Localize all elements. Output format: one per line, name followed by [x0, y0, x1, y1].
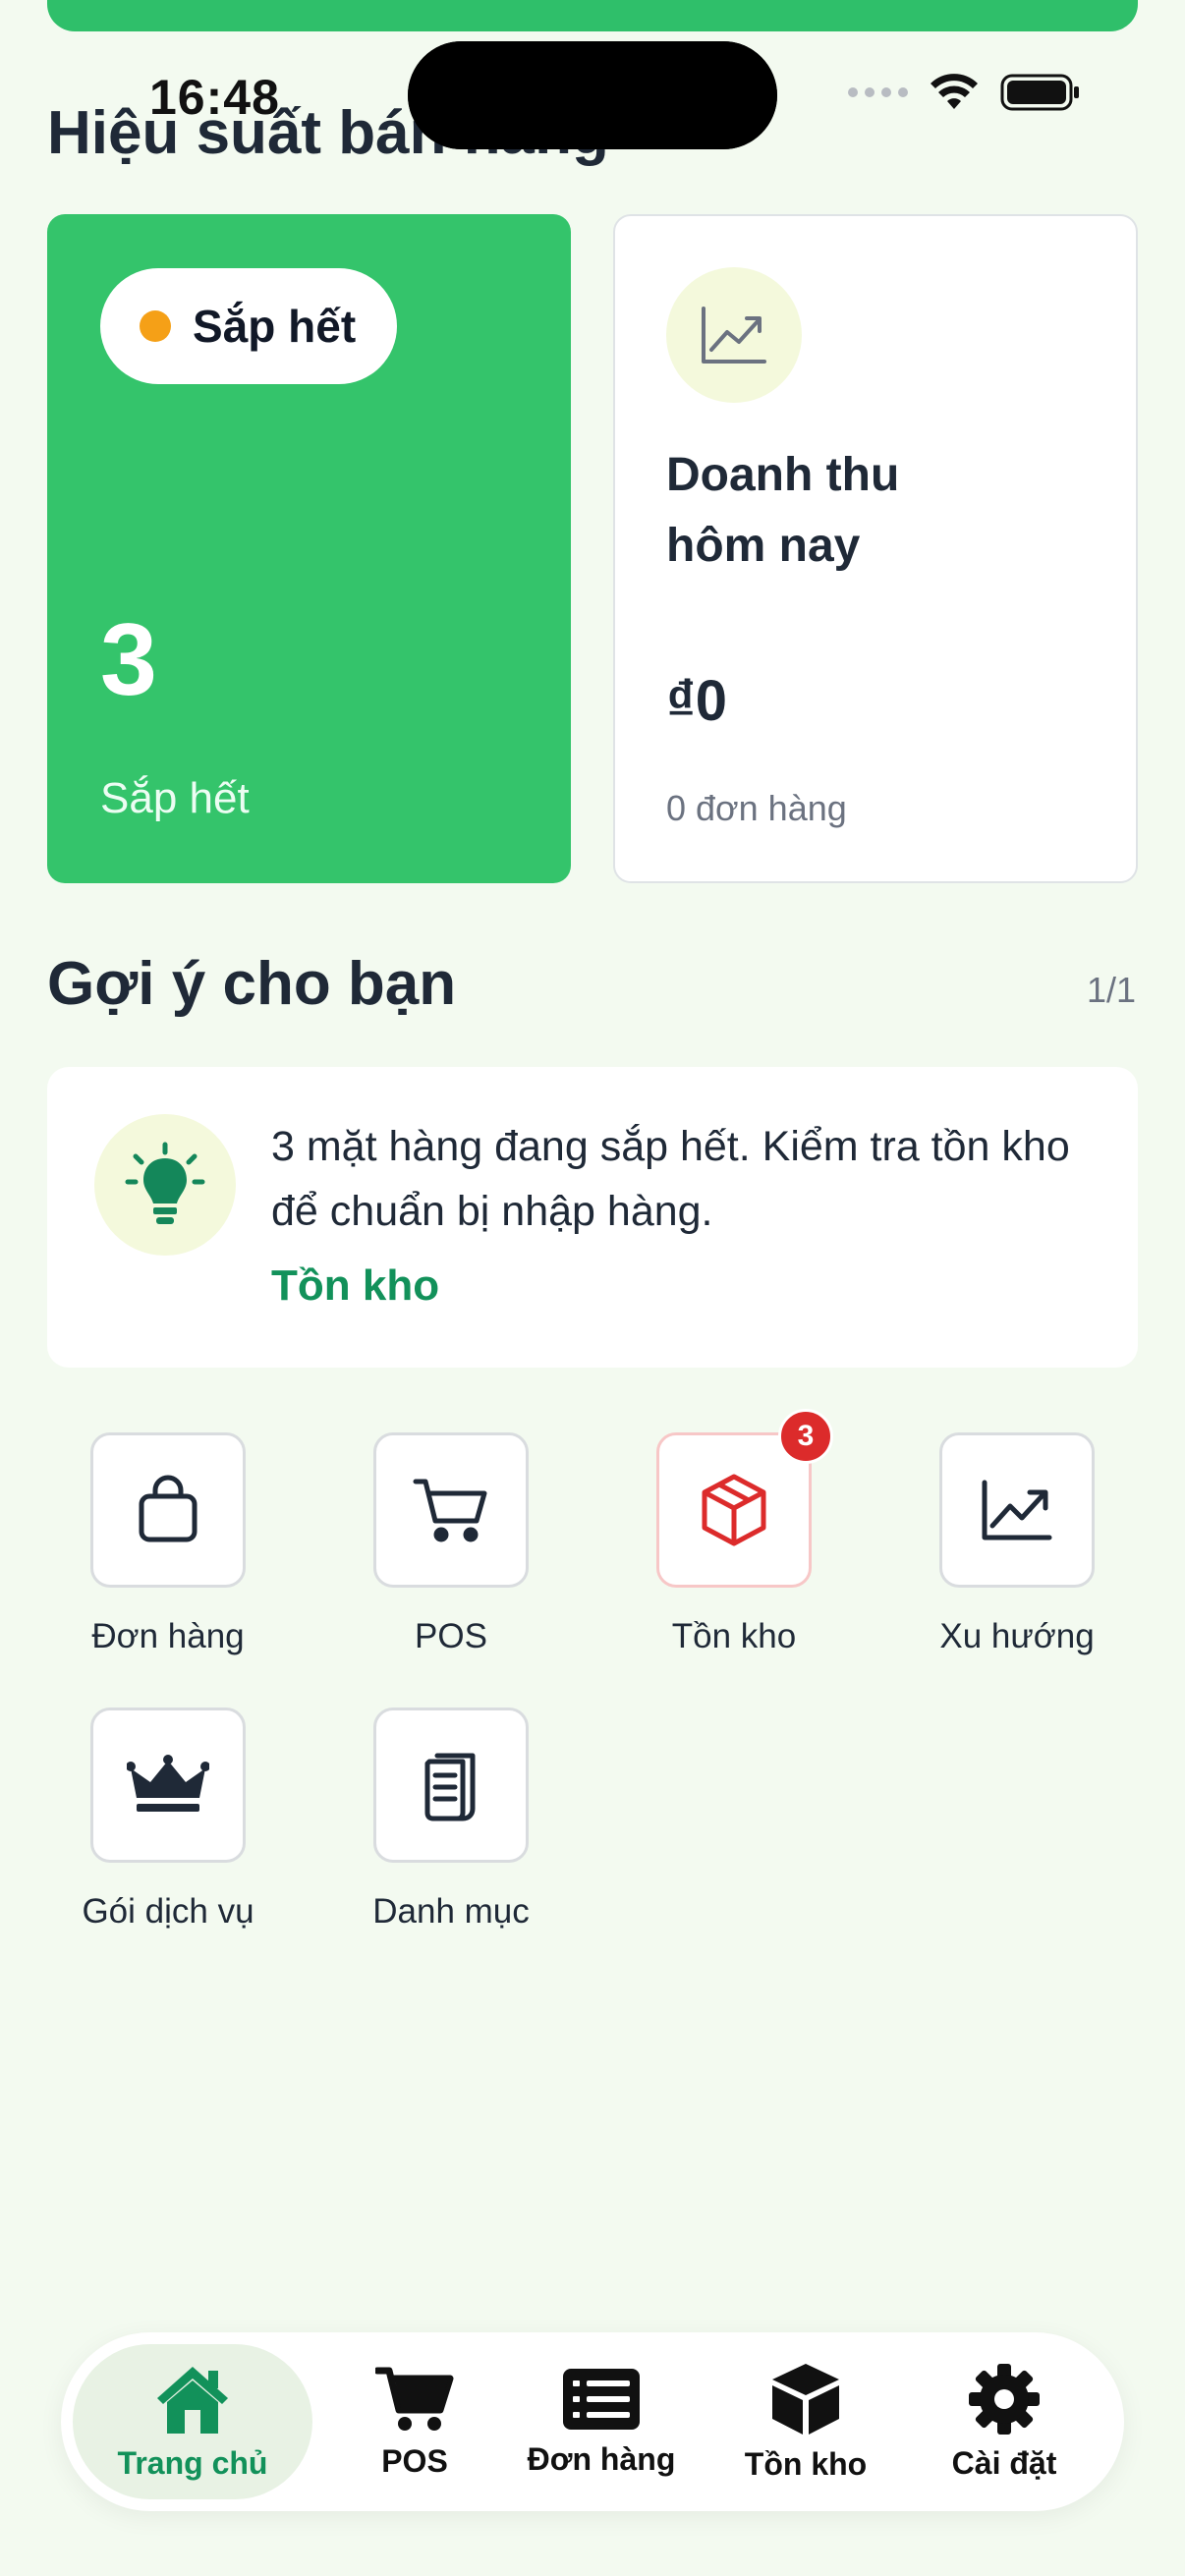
quick-action-catalog[interactable]: Danh mục — [303, 1708, 586, 1963]
bulb-icon-wrap — [94, 1114, 236, 1256]
top-banner-edge — [47, 0, 1138, 31]
suggestion-card: 3 mặt hàng đang sắp hết. Kiểm tra tồn kh… — [47, 1067, 1138, 1368]
tab-pos[interactable]: POS — [356, 2344, 474, 2499]
low-stock-pill: Sắp hết — [100, 268, 398, 384]
box-icon — [772, 2363, 839, 2435]
trend-icon — [982, 1480, 1052, 1540]
low-stock-pill-label: Sắp hết — [193, 301, 357, 352]
revenue-icon-wrap — [666, 267, 802, 403]
quick-action-service-plans[interactable]: Gói dịch vụ — [20, 1708, 303, 1963]
home-icon — [157, 2366, 228, 2434]
quick-action-orders[interactable]: Đơn hàng — [20, 1432, 303, 1688]
low-stock-label: Sắp hết — [100, 774, 250, 822]
battery-icon — [1000, 74, 1079, 111]
revenue-value: ₫0 — [666, 669, 728, 733]
status-icons — [848, 73, 1081, 112]
inventory-badge: 3 — [778, 1409, 833, 1464]
box-icon — [702, 1474, 766, 1546]
quick-action-trends[interactable]: Xu hướng — [869, 1432, 1152, 1688]
tab-settings[interactable]: Cài đặt — [935, 2344, 1073, 2499]
crown-icon — [127, 1755, 209, 1812]
low-stock-card[interactable]: Sắp hết 3 Sắp hết — [47, 214, 571, 883]
bottom-tab-bar: Trang chủ POS Đơn hàng Tồn kho Cài đặt — [61, 2332, 1124, 2511]
bag-icon — [139, 1475, 198, 1542]
cart-icon — [413, 1479, 487, 1542]
gear-icon — [969, 2363, 1040, 2435]
low-stock-count: 3 — [100, 603, 157, 717]
catalog-icon — [424, 1753, 476, 1821]
revenue-orders: 0 đơn hàng — [666, 788, 847, 828]
trend-chart-icon — [702, 307, 766, 364]
revenue-title: Doanh thu hôm nay — [666, 449, 900, 572]
dynamic-island-overlay — [408, 41, 777, 149]
quick-action-pos[interactable]: POS — [303, 1432, 586, 1688]
quick-action-inventory[interactable]: 3 Tồn kho — [586, 1409, 869, 1688]
warning-dot-icon — [140, 310, 171, 342]
revenue-card[interactable]: Doanh thu hôm nay ₫0 0 đơn hàng — [613, 214, 1138, 883]
suggestion-message: 3 mặt hàng đang sắp hết. Kiểm tra tồn kh… — [271, 1123, 1070, 1235]
tab-inventory[interactable]: Tồn kho — [727, 2344, 884, 2499]
list-icon — [563, 2368, 640, 2430]
suggestion-inventory-link[interactable]: Tồn kho — [271, 1261, 439, 1311]
suggestions-title: Gợi ý cho bạn — [47, 950, 457, 1018]
suggestions-page-indicator: 1/1 — [1086, 970, 1136, 1010]
signal-dots-icon — [848, 87, 908, 97]
tab-orders[interactable]: Đơn hàng — [523, 2344, 680, 2499]
tab-home[interactable]: Trang chủ — [73, 2344, 312, 2499]
cart-icon — [375, 2367, 454, 2431]
lightbulb-icon — [125, 1142, 205, 1224]
wifi-icon — [931, 74, 978, 109]
